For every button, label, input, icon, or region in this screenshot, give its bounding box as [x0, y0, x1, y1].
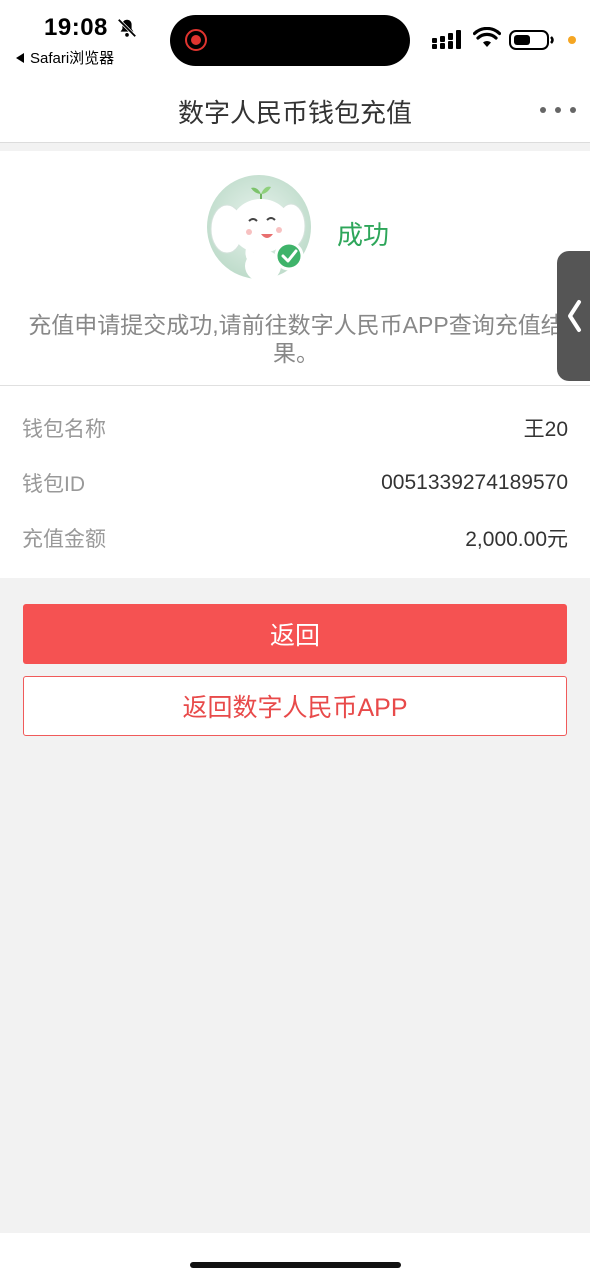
- bell-off-icon: [117, 18, 137, 38]
- status-bar: 19:08 Safari浏览器: [0, 0, 590, 78]
- more-dot: [540, 107, 546, 113]
- detail-label: 钱包ID: [22, 473, 85, 496]
- more-button[interactable]: [540, 98, 576, 122]
- back-app-label: Safari浏览器: [30, 50, 115, 67]
- detail-row-wallet-id: 钱包ID 0051339274189570: [22, 468, 568, 498]
- detail-value: 王20: [523, 418, 568, 441]
- side-panel-handle[interactable]: [557, 251, 590, 381]
- back-to-app-button[interactable]: 返回数字人民币APP: [23, 676, 567, 736]
- more-dot: [555, 107, 561, 113]
- back-button[interactable]: 返回: [23, 604, 567, 664]
- battery-icon: [509, 30, 554, 50]
- page-title: 数字人民币钱包充值: [177, 98, 412, 128]
- chevron-left-icon: [568, 300, 581, 332]
- back-to-safari-link[interactable]: Safari浏览器: [16, 47, 114, 68]
- bottom-bar: [0, 1233, 590, 1280]
- detail-row-amount: 充值金额 2,000.00元: [22, 523, 568, 553]
- detail-value: 0051339274189570: [381, 471, 568, 494]
- signal-icon: [432, 30, 461, 49]
- detail-label: 钱包名称: [22, 418, 106, 441]
- detail-row-wallet-name: 钱包名称 王20: [22, 413, 568, 443]
- dynamic-island: [170, 15, 410, 66]
- status-time: 19:08: [44, 14, 108, 41]
- home-indicator[interactable]: [190, 1262, 401, 1268]
- detail-list: 钱包名称 王20 钱包ID 0051339274189570 充值金额 2,00…: [0, 386, 590, 578]
- result-card: 成功 充值申请提交成功,请前往数字人民币APP查询充值结果。: [0, 151, 590, 386]
- result-message: 充值申请提交成功,请前往数字人民币APP查询充值结果。: [28, 312, 564, 366]
- back-triangle-icon: [16, 52, 24, 63]
- nav-bar: 数字人民币钱包充值: [0, 78, 590, 143]
- record-icon: [185, 29, 207, 51]
- elephant-mascot-icon: [207, 175, 311, 282]
- privacy-indicator-dot: [568, 36, 576, 44]
- result-status: 成功: [337, 220, 390, 250]
- detail-label: 充值金额: [22, 528, 106, 551]
- wifi-icon: [473, 27, 501, 47]
- more-dot: [570, 107, 576, 113]
- detail-value: 2,000.00元: [465, 528, 568, 551]
